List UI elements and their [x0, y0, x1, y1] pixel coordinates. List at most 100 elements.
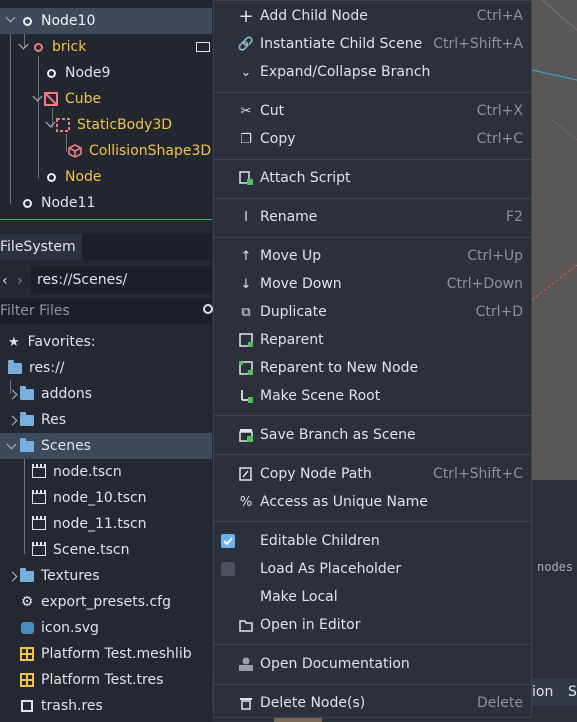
bottom-bar-text[interactable]: S [568, 684, 577, 700]
menu-item-save-branch[interactable]: Save Branch as Scene [214, 421, 531, 449]
fs-root-row[interactable]: res:// [0, 355, 212, 381]
menu-item-reparent-new[interactable]: Reparent to New Node [214, 354, 531, 382]
menu-item-make-local[interactable]: Make Local [214, 583, 531, 611]
menu-item-expand-collapse[interactable]: ⌄ Expand/Collapse Branch [214, 58, 531, 86]
menu-item-label: Expand/Collapse Branch [260, 64, 431, 80]
menu-item-rename[interactable]: I Rename F2 [214, 203, 531, 231]
fs-item-addons[interactable]: addons [0, 381, 212, 407]
tree-item-brick[interactable]: brick [0, 34, 212, 60]
fs-item-res[interactable]: Res [0, 407, 212, 433]
arrow-down-icon: ↓ [240, 276, 252, 292]
fs-item-label: Res [41, 412, 67, 428]
tree-item-node11[interactable]: Node11 [0, 190, 212, 216]
tree-item-node10[interactable]: Node10 [0, 8, 212, 34]
fs-item-icon-svg[interactable]: icon.svg [0, 615, 212, 641]
menu-item-open-documentation[interactable]: Open Documentation [214, 650, 531, 678]
menu-item-add-child-node[interactable]: + Add Child Node Ctrl+A [214, 2, 531, 30]
chevron-right-icon[interactable] [7, 415, 18, 426]
doc-icon [238, 656, 254, 672]
checkbox-checked-icon[interactable] [221, 534, 235, 548]
bottom-bar-text[interactable]: ion [532, 684, 553, 700]
menu-separator [214, 198, 531, 199]
folder-open-icon [238, 617, 254, 633]
chevron-right-icon[interactable] [7, 389, 18, 400]
folder-icon [20, 385, 34, 401]
fs-item-platform-meshlib[interactable]: Platform Test.meshlib [0, 641, 212, 667]
tree-item-cube[interactable]: Cube [0, 86, 212, 112]
node-icon [44, 66, 58, 80]
reparent-icon [238, 332, 254, 348]
static-body-icon [56, 118, 70, 132]
fs-item-node-tscn[interactable]: node.tscn [0, 459, 212, 485]
filter-placeholder: Filter Files [0, 303, 70, 319]
tree-item-label: Node10 [41, 13, 96, 29]
menu-item-cut[interactable]: ✂ Cut Ctrl+X [214, 97, 531, 125]
menu-item-label: Make Local [260, 589, 338, 605]
text-cursor-icon: I [244, 209, 248, 225]
menu-item-label: Rename [260, 209, 318, 225]
menu-item-shortcut: Ctrl+Shift+A [433, 36, 523, 52]
tree-item-label: brick [52, 39, 87, 55]
forward-icon[interactable]: › [17, 273, 23, 289]
tree-item-node9[interactable]: Node9 [0, 60, 212, 86]
menu-item-label: Load As Placeholder [260, 561, 402, 577]
fs-item-label: Platform Test.tres [41, 672, 164, 688]
fs-item-scene-tscn[interactable]: Scene.tscn [0, 537, 212, 563]
back-icon[interactable]: ‹ [2, 273, 8, 289]
chevron-down-icon[interactable] [6, 439, 17, 450]
menu-item-load-as-placeholder[interactable]: Load As Placeholder [214, 555, 531, 583]
menu-item-access-unique-name[interactable]: % Access as Unique Name [214, 488, 531, 516]
favorites-row[interactable]: ★ Favorites: [0, 329, 212, 355]
tree-item-staticbody3d[interactable]: StaticBody3D [0, 112, 212, 138]
chevron-down-icon[interactable] [18, 39, 29, 50]
tree-item-collisionshape3d[interactable]: CollisionShape3D [0, 138, 212, 164]
menu-item-copy-node-path[interactable]: Copy Node Path Ctrl+Shift+C [214, 460, 531, 488]
menu-item-label: Copy [260, 131, 296, 147]
chevron-right-icon[interactable] [7, 571, 18, 582]
filesystem-path-row: ‹ › res://Scenes/ [0, 266, 212, 294]
fs-item-trash-res[interactable]: trash.res [0, 693, 212, 719]
tree-item-label: Node11 [41, 195, 96, 211]
chevron-down-icon[interactable] [45, 117, 56, 128]
menu-item-copy[interactable]: ❐ Copy Ctrl+C [214, 125, 531, 153]
menu-item-editable-children[interactable]: Editable Children [214, 527, 531, 555]
menu-item-label: Move Up [260, 248, 322, 264]
menu-item-instantiate-child-scene[interactable]: 🔗 Instantiate Child Scene Ctrl+Shift+A [214, 30, 531, 58]
fs-item-textures[interactable]: Textures [0, 563, 212, 589]
scene-clapper-icon[interactable] [196, 42, 210, 52]
menu-item-label: Open Documentation [260, 656, 410, 672]
menu-item-move-down[interactable]: ↓ Move Down Ctrl+Down [214, 270, 531, 298]
fs-item-node11-tscn[interactable]: node_11.tscn [0, 511, 212, 537]
chevron-down-icon[interactable] [32, 91, 43, 102]
folder-icon [20, 437, 34, 453]
menu-item-label: Move Down [260, 276, 342, 292]
fs-item-platform-tres[interactable]: Platform Test.tres [0, 667, 212, 693]
search-icon[interactable] [203, 304, 213, 314]
fs-item-node10-tscn[interactable]: node_10.tscn [0, 485, 212, 511]
filter-files-input[interactable]: Filter Files [0, 298, 200, 324]
resource-icon [20, 699, 34, 713]
path-field[interactable]: res://Scenes/ [31, 266, 212, 294]
node3d-icon [31, 40, 45, 54]
fs-item-scenes[interactable]: Scenes [0, 433, 212, 459]
menu-item-delete-nodes[interactable]: Delete Node(s) Delete [214, 689, 531, 717]
fs-item-label: icon.svg [41, 620, 99, 636]
scene-tree-panel: Node10 brick Node9 Cube StaticBody3D Col… [0, 0, 212, 220]
tree-item-label: CollisionShape3D [89, 143, 212, 159]
viewport-3d[interactable] [532, 0, 577, 480]
tab-filesystem[interactable]: FileSystem [0, 234, 82, 260]
menu-separator [214, 237, 531, 238]
tree-item-node[interactable]: Node [0, 164, 212, 190]
chevron-down-icon: ⌄ [240, 64, 252, 80]
menu-item-duplicate[interactable]: ⧉ Duplicate Ctrl+D [214, 298, 531, 326]
fs-item-export-presets[interactable]: ⚙ export_presets.cfg [0, 589, 212, 615]
menu-item-attach-script[interactable]: Attach Script [214, 164, 531, 192]
menu-item-make-scene-root[interactable]: Make Scene Root [214, 382, 531, 410]
menu-item-move-up[interactable]: ↑ Move Up Ctrl+Up [214, 242, 531, 270]
menu-item-label: Add Child Node [260, 8, 368, 24]
checkbox-unchecked-icon[interactable] [221, 562, 235, 576]
tree-item-label: Cube [65, 91, 102, 107]
chevron-down-icon[interactable] [5, 12, 16, 23]
menu-item-open-in-editor[interactable]: Open in Editor [214, 611, 531, 639]
menu-item-reparent[interactable]: Reparent [214, 326, 531, 354]
